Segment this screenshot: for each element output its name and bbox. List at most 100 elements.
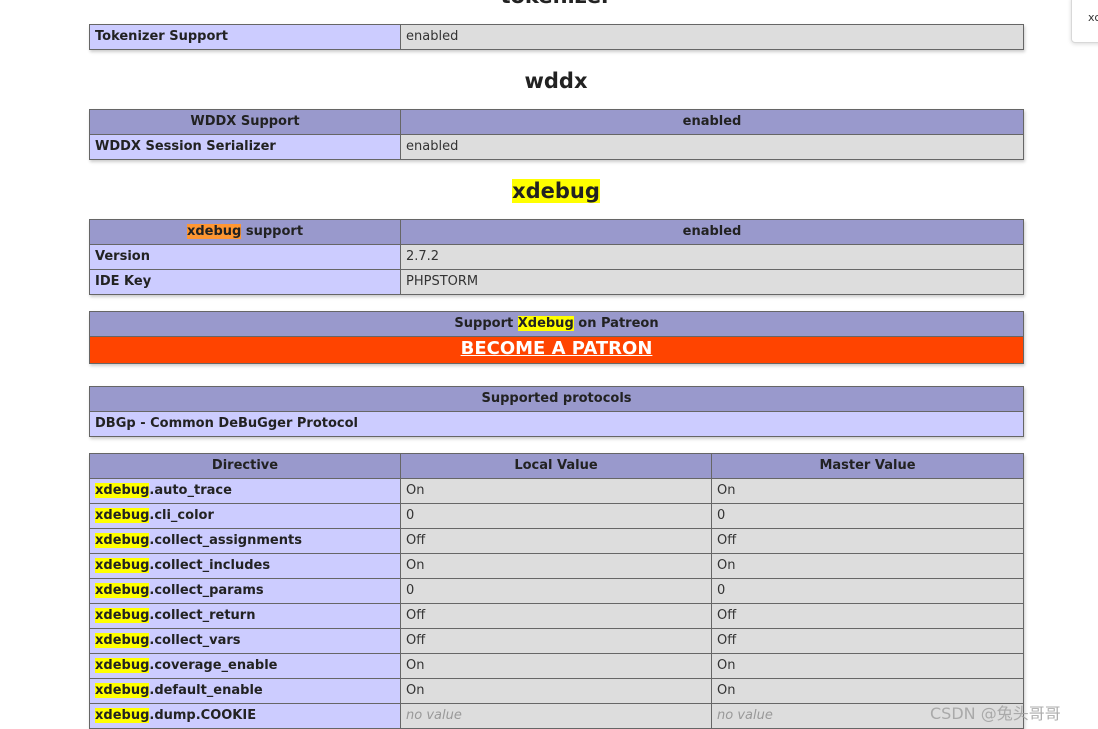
table-row: Version 2.7.2 xyxy=(89,244,1024,270)
local-value: 0 xyxy=(400,503,712,529)
table-row: xdebug.collect_params 0 0 xyxy=(89,578,1024,604)
master-value: Off xyxy=(711,528,1024,554)
xdebug-support-header: xdebug support xyxy=(89,219,401,245)
table-row: WDDX Session Serializer enabled xyxy=(89,134,1024,160)
local-value: no value xyxy=(400,703,712,729)
tokenizer-support-label: Tokenizer Support xyxy=(89,24,401,50)
search-highlight: xdebug xyxy=(95,633,150,648)
directive-suffix: .dump.COOKIE xyxy=(149,708,257,723)
search-highlight: xdebug xyxy=(95,483,150,498)
ide-key-value: PHPSTORM xyxy=(400,269,1024,295)
local-value: Off xyxy=(400,628,712,654)
protocol-item: DBGp - Common DeBuGger Protocol xyxy=(89,411,1024,437)
xdebug-support-text: support xyxy=(241,224,304,239)
find-bar-text: xc xyxy=(1088,11,1098,24)
master-value: Off xyxy=(711,603,1024,629)
xdebug-support-value: enabled xyxy=(400,219,1024,245)
active-search-highlight: xdebug xyxy=(186,224,242,239)
local-value: On xyxy=(400,478,712,504)
directive-suffix: .collect_assignments xyxy=(149,533,302,548)
search-highlight: xdebug xyxy=(95,508,150,523)
directive-suffix: .cli_color xyxy=(149,508,214,523)
directive-name: xdebug.collect_assignments xyxy=(89,528,401,554)
table-row: Supported protocols xyxy=(89,386,1024,412)
wddx-support-value: enabled xyxy=(400,109,1024,135)
table-row: xdebug.dump.COOKIE no value no value xyxy=(89,703,1024,729)
master-value: On xyxy=(711,478,1024,504)
local-value: On xyxy=(400,653,712,679)
patreon-table: Support Xdebug on Patreon BECOME A PATRO… xyxy=(89,311,1024,364)
directive-suffix: .collect_vars xyxy=(149,633,241,648)
search-highlight: xdebug xyxy=(95,533,150,548)
directive-suffix: .default_enable xyxy=(149,683,263,698)
search-highlight: xdebug xyxy=(95,658,150,673)
table-row: BECOME A PATRON xyxy=(89,336,1024,364)
patreon-suffix: on Patreon xyxy=(573,316,659,331)
search-highlight: xdebug xyxy=(95,683,150,698)
search-highlight: xdebug xyxy=(95,608,150,623)
find-bar[interactable]: xc xyxy=(1071,0,1098,43)
master-value: 0 xyxy=(711,503,1024,529)
directive-name: xdebug.collect_params xyxy=(89,578,401,604)
local-value: Off xyxy=(400,603,712,629)
search-highlight: xdebug xyxy=(95,583,150,598)
master-value: 0 xyxy=(711,578,1024,604)
xdebug-info-table: xdebug support enabled Version 2.7.2 IDE… xyxy=(89,219,1024,295)
directive-suffix: .collect_params xyxy=(149,583,264,598)
version-label: Version xyxy=(89,244,401,270)
table-row: xdebug.collect_return Off Off xyxy=(89,603,1024,629)
wddx-table: WDDX Support enabled WDDX Session Serial… xyxy=(89,109,1024,160)
patreon-prefix: Support xyxy=(454,316,518,331)
master-value-header: Master Value xyxy=(711,453,1024,479)
search-highlight: Xdebug xyxy=(517,316,574,331)
local-value-header: Local Value xyxy=(400,453,712,479)
tokenizer-heading: tokenizer xyxy=(89,0,1023,8)
wddx-serializer-label: WDDX Session Serializer xyxy=(89,134,401,160)
search-highlight: xdebug xyxy=(512,179,600,203)
directives-table: Directive Local Value Master Value xdebu… xyxy=(89,453,1024,729)
tokenizer-table: Tokenizer Support enabled xyxy=(89,24,1024,50)
table-row: IDE Key PHPSTORM xyxy=(89,269,1024,295)
table-row: xdebug support enabled xyxy=(89,219,1024,245)
directive-suffix: .coverage_enable xyxy=(149,658,278,673)
protocols-table: Supported protocols DBGp - Common DeBuGg… xyxy=(89,386,1024,437)
directive-suffix: .collect_return xyxy=(149,608,256,623)
ide-key-label: IDE Key xyxy=(89,269,401,295)
patron-cell: BECOME A PATRON xyxy=(89,336,1024,364)
search-highlight: xdebug xyxy=(95,708,150,723)
table-row: xdebug.auto_trace On On xyxy=(89,478,1024,504)
version-value: 2.7.2 xyxy=(400,244,1024,270)
wddx-support-header: WDDX Support xyxy=(89,109,401,135)
directive-name: xdebug.default_enable xyxy=(89,678,401,704)
directive-suffix: .auto_trace xyxy=(149,483,232,498)
table-row: xdebug.collect_assignments Off Off xyxy=(89,528,1024,554)
local-value: On xyxy=(400,678,712,704)
directive-name: xdebug.cli_color xyxy=(89,503,401,529)
search-highlight: xdebug xyxy=(95,558,150,573)
table-row: Support Xdebug on Patreon xyxy=(89,311,1024,337)
tokenizer-support-value: enabled xyxy=(400,24,1024,50)
wddx-heading: wddx xyxy=(524,69,588,93)
patreon-header: Support Xdebug on Patreon xyxy=(89,311,1024,337)
become-patron-link[interactable]: BECOME A PATRON xyxy=(461,338,653,359)
directive-name: xdebug.dump.COOKIE xyxy=(89,703,401,729)
local-value: 0 xyxy=(400,578,712,604)
directive-header: Directive xyxy=(89,453,401,479)
master-value: Off xyxy=(711,628,1024,654)
local-value: Off xyxy=(400,528,712,554)
table-row: xdebug.cli_color 0 0 xyxy=(89,503,1024,529)
master-value: On xyxy=(711,653,1024,679)
table-header-row: Directive Local Value Master Value xyxy=(89,453,1024,479)
master-value: On xyxy=(711,553,1024,579)
local-value: On xyxy=(400,553,712,579)
directive-suffix: .collect_includes xyxy=(149,558,271,573)
table-row: xdebug.coverage_enable On On xyxy=(89,653,1024,679)
table-row: xdebug.collect_vars Off Off xyxy=(89,628,1024,654)
directive-name: xdebug.collect_includes xyxy=(89,553,401,579)
watermark: CSDN @兔头哥哥 xyxy=(930,704,1061,723)
directive-name: xdebug.coverage_enable xyxy=(89,653,401,679)
directive-name: xdebug.collect_return xyxy=(89,603,401,629)
table-row: xdebug.default_enable On On xyxy=(89,678,1024,704)
table-row: xdebug.collect_includes On On xyxy=(89,553,1024,579)
directive-name: xdebug.collect_vars xyxy=(89,628,401,654)
